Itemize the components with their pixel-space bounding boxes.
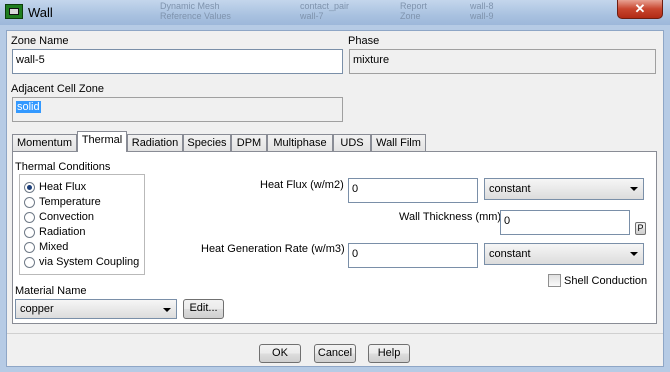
tab-radiation[interactable]: Radiation: [127, 134, 183, 151]
background-window-text: wall-9: [470, 11, 494, 21]
tab-uds[interactable]: UDS: [333, 134, 371, 151]
wall-thickness-label: Wall Thickness (mm): [399, 211, 502, 223]
footer-divider: [7, 333, 663, 334]
radio-via-system-coupling[interactable]: [24, 257, 35, 268]
help-button[interactable]: Help: [368, 344, 410, 363]
cancel-button[interactable]: Cancel: [314, 344, 356, 363]
background-window-text: Zone: [400, 11, 421, 21]
chevron-down-icon: [630, 252, 638, 256]
radio-radiation[interactable]: [24, 227, 35, 238]
app-icon: [5, 4, 23, 19]
tab-dpm[interactable]: DPM: [231, 134, 267, 151]
dialog-body: Zone Name wall-5 Phase mixture Adjacent …: [6, 30, 664, 367]
close-button[interactable]: ✕: [617, 0, 663, 19]
tab-multiphase[interactable]: Multiphase: [267, 134, 333, 151]
material-select-value: copper: [20, 303, 54, 315]
background-window-text: contact_pair: [300, 1, 350, 11]
adjacent-cell-zone-label: Adjacent Cell Zone: [11, 83, 104, 95]
heat-flux-method-value: constant: [489, 183, 531, 195]
tab-species[interactable]: Species: [183, 134, 231, 151]
wall-thickness-input[interactable]: 0: [500, 210, 630, 235]
shell-conduction-checkbox[interactable]: [548, 274, 561, 287]
close-icon: ✕: [634, 1, 646, 16]
chevron-down-icon: [163, 308, 171, 312]
radio-label-mixed[interactable]: Mixed: [39, 241, 68, 253]
radio-temperature[interactable]: [24, 197, 35, 208]
adjacent-cell-zone-field: solid: [12, 97, 343, 122]
background-window-text: wall-8: [470, 1, 494, 11]
heat-generation-method-value: constant: [489, 248, 531, 260]
background-window-text: Reference Values: [160, 11, 231, 21]
phase-label: Phase: [348, 35, 380, 47]
heat-flux-method-select[interactable]: constant: [484, 178, 644, 200]
radio-convection[interactable]: [24, 212, 35, 223]
heat-generation-rate-input[interactable]: 0: [348, 243, 478, 268]
chevron-down-icon: [630, 187, 638, 191]
window-title: Wall: [28, 5, 53, 20]
tab-thermal[interactable]: Thermal: [77, 131, 127, 152]
heat-flux-label: Heat Flux (w/m2): [260, 179, 344, 191]
material-select[interactable]: copper: [15, 299, 177, 319]
thermal-tab-panel: Thermal Conditions Heat Flux Temperature…: [12, 151, 657, 324]
radio-label-convection[interactable]: Convection: [39, 211, 94, 223]
zone-name-label: Zone Name: [11, 35, 69, 47]
background-window-text: wall-7: [300, 11, 324, 21]
heat-flux-input[interactable]: 0: [348, 178, 478, 203]
background-window-text: Report: [400, 1, 428, 11]
thermal-conditions-label: Thermal Conditions: [15, 161, 111, 173]
radio-heat-flux[interactable]: [24, 182, 35, 193]
background-window-text: Dynamic Mesh: [160, 1, 220, 11]
material-edit-button[interactable]: Edit...: [183, 299, 224, 319]
zone-name-input[interactable]: wall-5: [12, 49, 343, 74]
title-bar[interactable]: Dynamic Mesh Reference Values Report Zon…: [0, 0, 670, 25]
radio-mixed[interactable]: [24, 242, 35, 253]
adjacent-cell-zone-value: solid: [16, 101, 41, 113]
tab-momentum[interactable]: Momentum: [12, 134, 77, 151]
phase-field: mixture: [349, 49, 656, 74]
wall-thickness-parameter-button[interactable]: P: [635, 222, 646, 235]
radio-label-temperature[interactable]: Temperature: [39, 196, 101, 208]
thermal-conditions-group: Heat Flux Temperature Convection Radiati…: [19, 174, 145, 275]
radio-label-heat-flux[interactable]: Heat Flux: [39, 181, 86, 193]
heat-generation-rate-label: Heat Generation Rate (w/m3): [201, 243, 345, 255]
shell-conduction-label[interactable]: Shell Conduction: [564, 275, 647, 287]
radio-label-via-system-coupling[interactable]: via System Coupling: [39, 256, 139, 268]
tab-wall-film[interactable]: Wall Film: [371, 134, 426, 151]
material-name-label: Material Name: [15, 285, 87, 297]
ok-button[interactable]: OK: [259, 344, 301, 363]
heat-generation-method-select[interactable]: constant: [484, 243, 644, 265]
radio-label-radiation[interactable]: Radiation: [39, 226, 85, 238]
